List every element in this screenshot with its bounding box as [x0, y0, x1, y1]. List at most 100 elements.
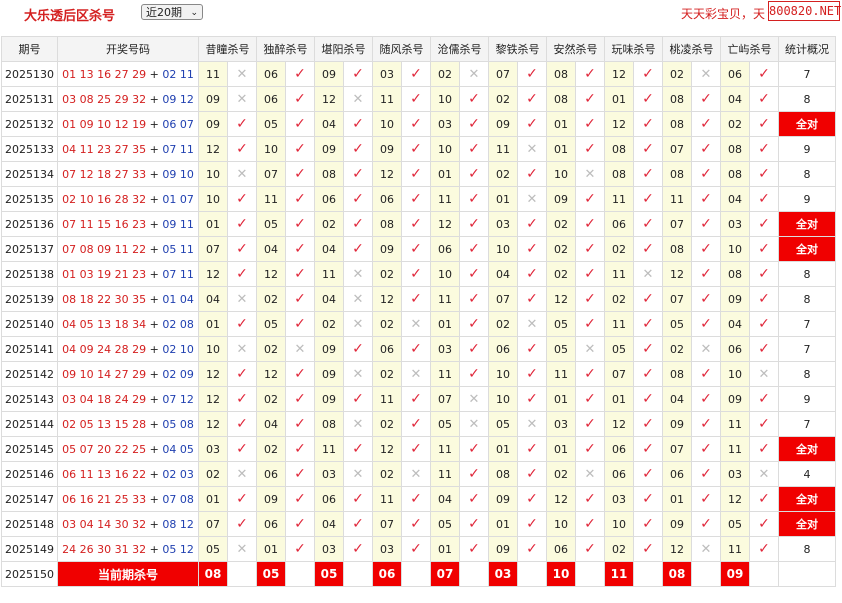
- check-icon: ✓: [758, 241, 770, 257]
- result-mark: ✓: [459, 161, 489, 187]
- draw-numbers: 07 08 09 11 22 + 05 11: [57, 236, 199, 262]
- back-numbers: 09 12: [162, 92, 194, 106]
- kill-number: 08: [546, 61, 576, 87]
- check-icon: ✓: [352, 216, 364, 232]
- kill-number: 07: [488, 61, 518, 87]
- kill-number: 10: [430, 136, 460, 162]
- result-mark: ✓: [459, 361, 489, 387]
- header-expert: 桃凌杀号: [662, 36, 721, 62]
- check-icon: ✓: [700, 416, 712, 432]
- front-numbers: 03 08 25 29 32: [62, 92, 147, 106]
- result-mark: ✓: [633, 311, 663, 337]
- back-numbers: 09 10: [162, 167, 194, 181]
- result-mark: ✓: [227, 211, 257, 237]
- kill-number: 04: [314, 511, 344, 537]
- result-mark: ✓: [633, 136, 663, 162]
- result-mark: ✓: [285, 286, 315, 312]
- kill-number: 10: [488, 236, 518, 262]
- check-icon: ✓: [700, 516, 712, 532]
- result-mark: ✓: [575, 61, 605, 87]
- check-icon: ✓: [526, 241, 538, 257]
- kill-number: 04: [488, 261, 518, 287]
- result-mark: ✓: [749, 86, 779, 112]
- kill-number: 02: [372, 461, 402, 487]
- draw-numbers: 08 18 22 30 35 + 01 04: [57, 286, 199, 312]
- current-blank-cell: [227, 561, 257, 587]
- current-kill-number: 09: [720, 561, 750, 587]
- kill-number: 02: [546, 236, 576, 262]
- current-kill-label: 当前期杀号: [57, 561, 199, 587]
- check-icon: ✓: [758, 291, 770, 307]
- kill-number: 12: [314, 86, 344, 112]
- front-numbers: 24 26 30 31 32: [62, 542, 147, 556]
- result-mark: ✕: [749, 461, 779, 487]
- result-mark: ✓: [691, 361, 721, 387]
- result-mark: ✓: [401, 236, 431, 262]
- check-icon: ✓: [294, 441, 306, 457]
- result-mark: ✓: [401, 286, 431, 312]
- kill-number: 06: [604, 461, 634, 487]
- result-mark: ✓: [517, 361, 547, 387]
- result-mark: ✓: [749, 311, 779, 337]
- kill-number: 01: [198, 311, 228, 337]
- result-mark: ✓: [401, 61, 431, 87]
- cross-icon: ✕: [526, 191, 538, 207]
- front-numbers: 06 16 21 25 33: [62, 492, 147, 506]
- result-mark: ✕: [227, 461, 257, 487]
- ad-text[interactable]: 天天彩宝贝，天: [681, 5, 765, 22]
- kill-number: 11: [372, 386, 402, 412]
- cross-icon: ✕: [352, 466, 364, 482]
- kill-number: 04: [720, 186, 750, 212]
- kill-number: 02: [488, 86, 518, 112]
- result-mark: ✓: [343, 111, 373, 137]
- check-icon: ✓: [526, 391, 538, 407]
- result-mark: ✓: [401, 86, 431, 112]
- current-kill-number: 06: [372, 561, 402, 587]
- check-icon: ✓: [700, 441, 712, 457]
- result-mark: ✓: [517, 486, 547, 512]
- check-icon: ✓: [758, 116, 770, 132]
- result-mark: ✓: [459, 136, 489, 162]
- check-icon: ✓: [584, 366, 596, 382]
- front-numbers: 07 12 18 27 33: [62, 167, 147, 181]
- front-numbers: 02 05 13 15 28: [62, 417, 147, 431]
- result-mark: ✕: [227, 61, 257, 87]
- kill-number: 10: [720, 361, 750, 387]
- issue-number: 2025140: [1, 311, 58, 337]
- check-icon: ✓: [294, 491, 306, 507]
- back-numbers: 05 11: [162, 242, 194, 256]
- kill-number: 02: [314, 311, 344, 337]
- kill-number: 01: [546, 111, 576, 137]
- kill-number: 09: [314, 386, 344, 412]
- table-row: 2025133 04 11 23 27 35 + 07 11 12 ✓ 10 ✓ 09 ✓ 09…: [1, 136, 836, 162]
- kill-number: 12: [430, 211, 460, 237]
- result-mark: ✓: [691, 186, 721, 212]
- ad-site-badge[interactable]: 800820.NET: [768, 1, 841, 21]
- back-numbers: 02 10: [162, 342, 194, 356]
- result-mark: ✓: [749, 261, 779, 287]
- issue-number: 2025131: [1, 86, 58, 112]
- plus-sign: +: [146, 317, 163, 331]
- kill-number: 05: [256, 311, 286, 337]
- result-mark: ✓: [517, 161, 547, 187]
- check-icon: ✓: [410, 191, 422, 207]
- cross-icon: ✕: [468, 416, 480, 432]
- result-mark: ✓: [633, 436, 663, 462]
- check-icon: ✓: [294, 391, 306, 407]
- draw-numbers: 07 11 15 16 23 + 09 11: [57, 211, 199, 237]
- check-icon: ✓: [468, 266, 480, 282]
- period-select[interactable]: 近20期 ⌄: [141, 4, 203, 20]
- back-numbers: 04 05: [162, 442, 194, 456]
- check-icon: ✓: [584, 516, 596, 532]
- issue-number: 2025146: [1, 461, 58, 487]
- kill-number: 11: [488, 136, 518, 162]
- kill-number: 12: [198, 261, 228, 287]
- result-mark: ✓: [227, 411, 257, 437]
- result-mark: ✓: [343, 511, 373, 537]
- result-mark: ✓: [749, 411, 779, 437]
- result-mark: ✓: [343, 236, 373, 262]
- back-numbers: 08 12: [162, 517, 194, 531]
- stat-summary: 全对: [778, 236, 836, 262]
- check-icon: ✓: [642, 341, 654, 357]
- check-icon: ✓: [584, 116, 596, 132]
